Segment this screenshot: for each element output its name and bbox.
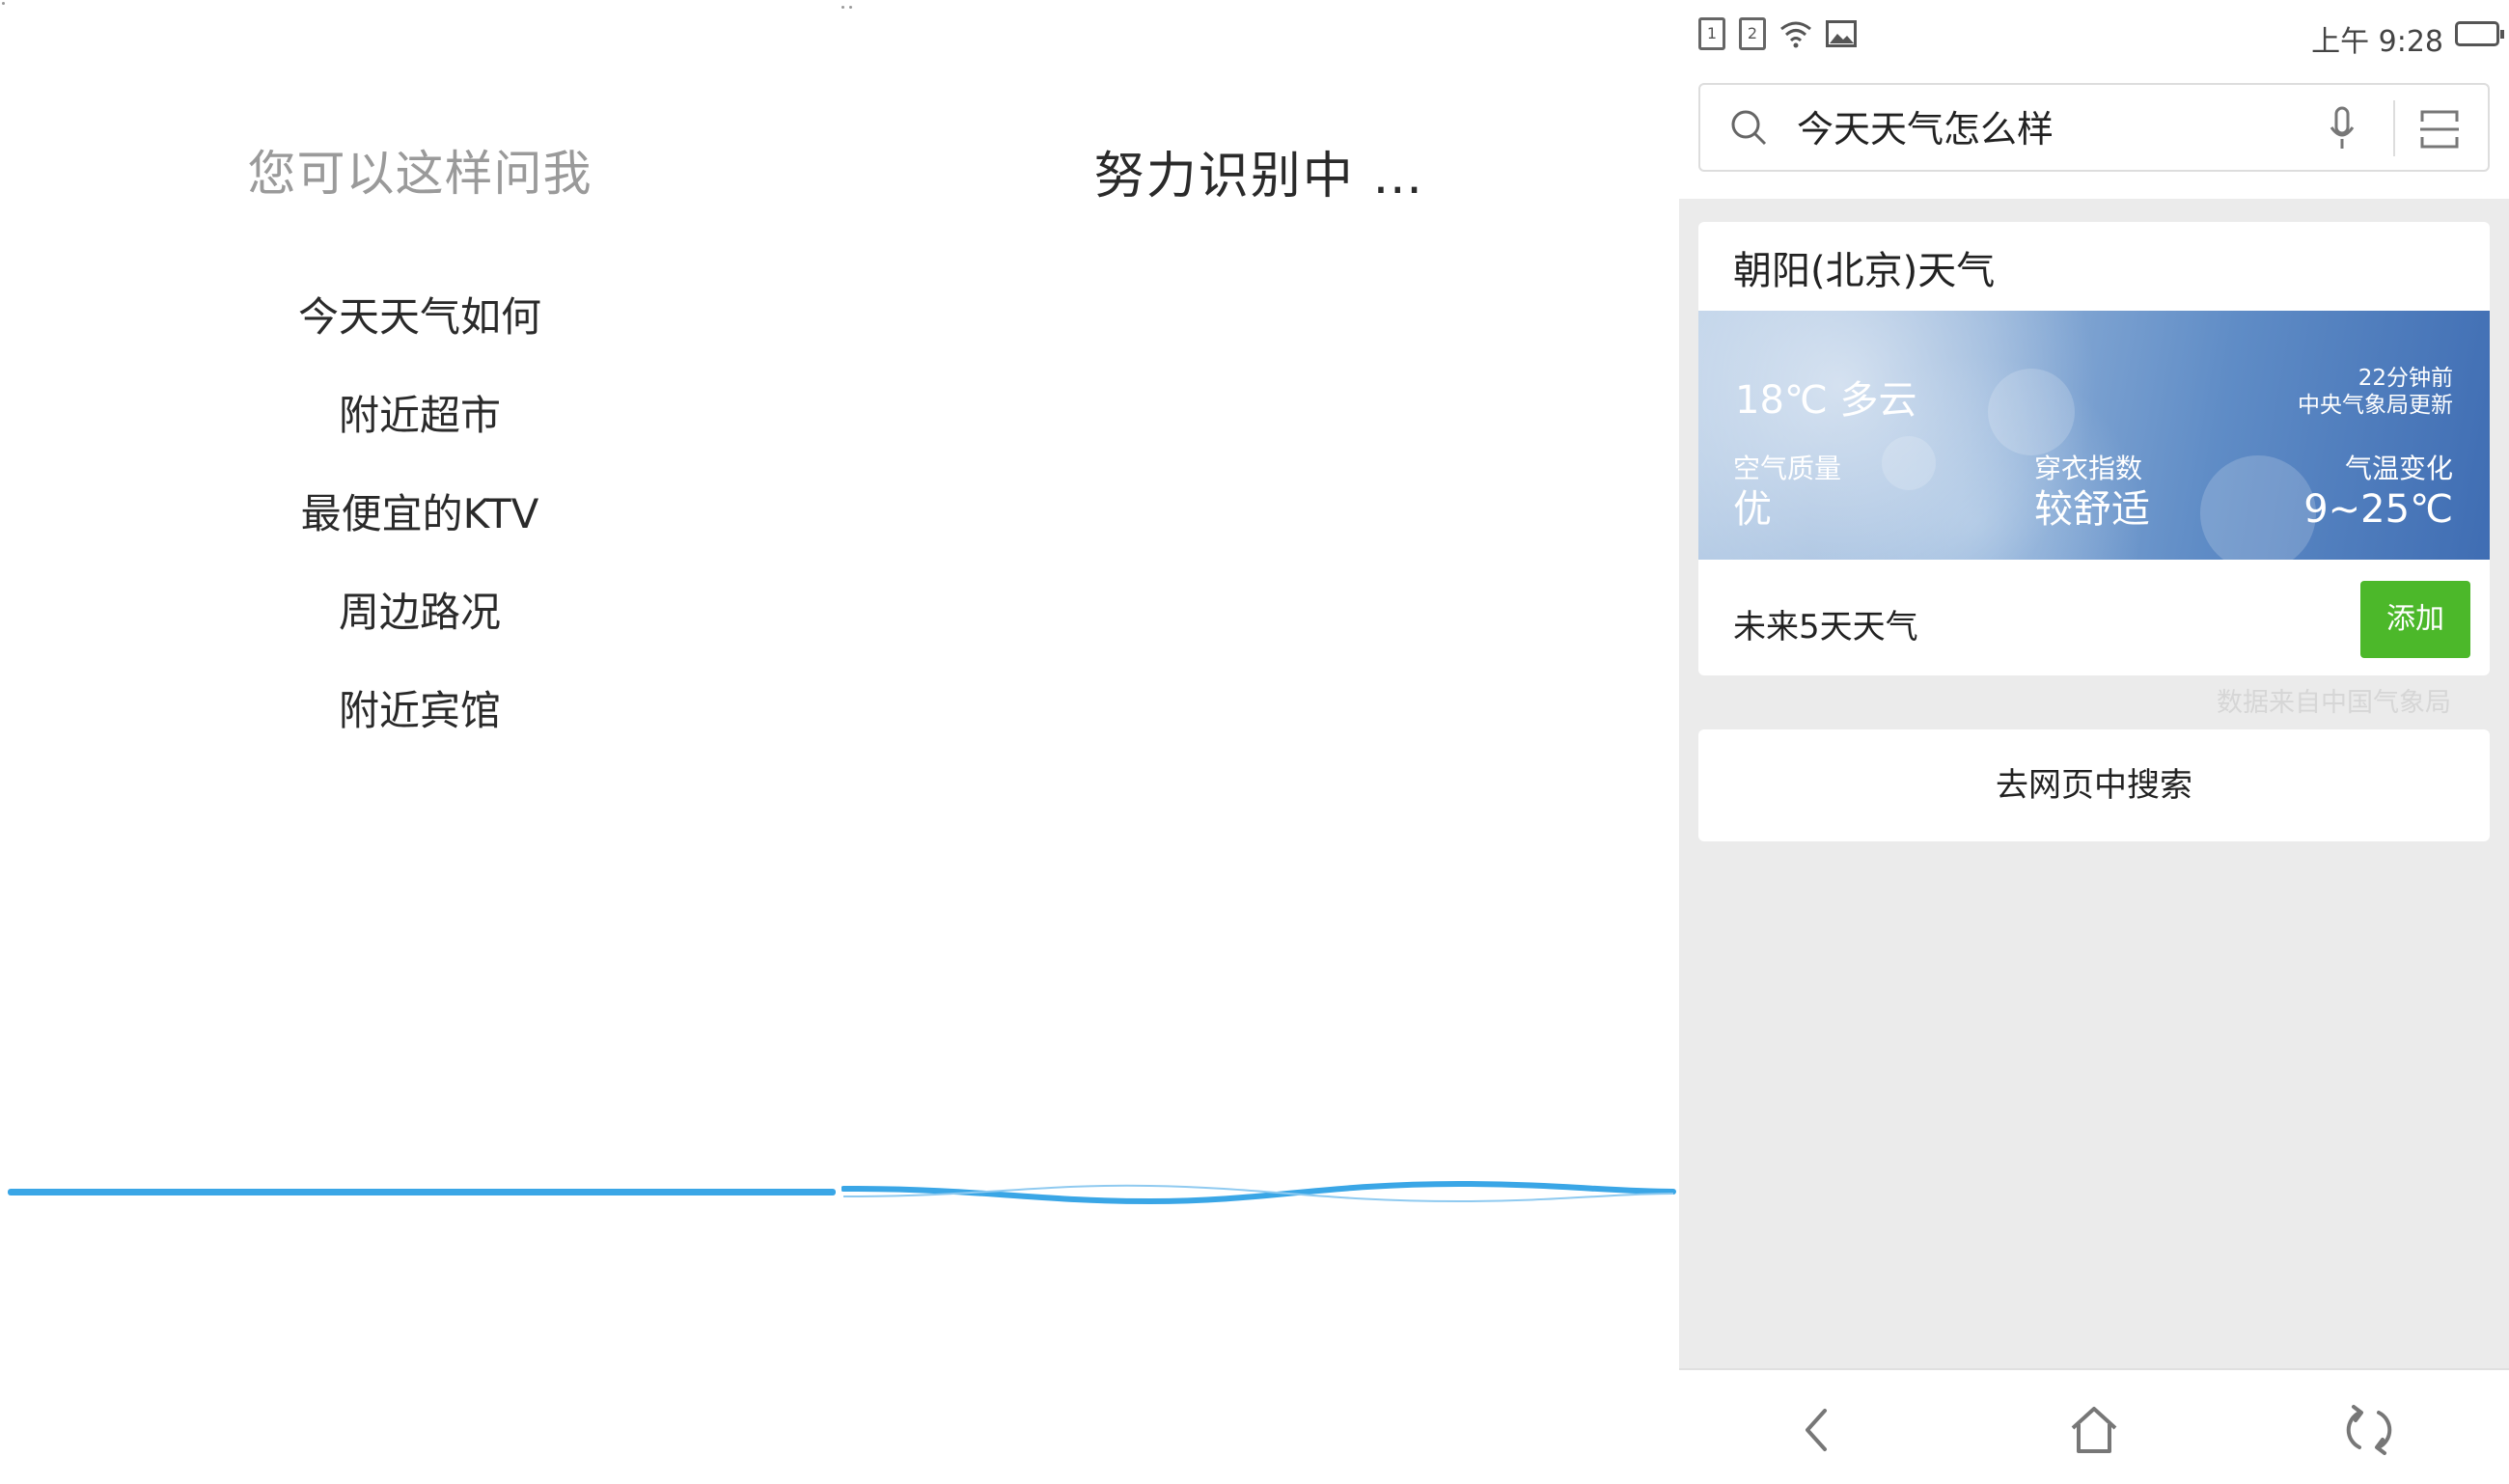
bokeh-decoration xyxy=(1988,369,2075,455)
bokeh-decoration xyxy=(1882,436,1936,490)
microphone-icon[interactable] xyxy=(2328,106,2357,151)
voice-wave-active xyxy=(841,1180,1676,1205)
air-quality-value: 优 xyxy=(1733,487,1772,532)
dressing-index: 穿衣指数 较舒适 xyxy=(2034,448,2150,533)
corner-dot xyxy=(841,6,844,9)
sim1-icon: 1 xyxy=(1698,17,1725,50)
suggestion-item[interactable]: 附近宾馆 xyxy=(0,678,840,737)
wifi-icon xyxy=(1780,21,1811,48)
temp-change-label: 气温变化 xyxy=(2344,453,2453,484)
image-icon xyxy=(1826,20,1857,47)
corner-dot xyxy=(2,2,5,5)
web-search-card: 去网页中搜索 xyxy=(1698,729,2490,841)
scan-icon[interactable] xyxy=(2418,108,2461,151)
search-box[interactable] xyxy=(1698,83,2490,172)
sim2-label: 2 xyxy=(1747,24,1758,42)
status-time: 上午 9:28 xyxy=(2311,25,2443,59)
dressing-label: 穿衣指数 xyxy=(2034,453,2143,484)
home-icon[interactable] xyxy=(2065,1401,2123,1459)
suggestion-item[interactable]: 今天天气如何 xyxy=(0,285,840,344)
suggestion-item[interactable]: 周边路况 xyxy=(0,580,840,639)
weather-update-info: 22分钟前 中央气象局更新 xyxy=(2298,365,2453,419)
recognizing-title: 努力识别中 … xyxy=(1093,148,1425,206)
search-input[interactable] xyxy=(1797,104,2279,147)
bokeh-decoration xyxy=(2200,455,2316,571)
weather-card[interactable]: 朝阳(北京)天气 18℃ 多云 22分钟前 中央气象局更新 空气质量 优 穿衣指… xyxy=(1698,222,2490,675)
sim1-label: 1 xyxy=(1706,24,1718,42)
sim2-icon: 2 xyxy=(1739,17,1766,50)
suggestions-title: 您可以这样问我 xyxy=(247,146,593,202)
refresh-icon[interactable] xyxy=(2340,1401,2398,1459)
data-source-note: 数据来自中国气象局 xyxy=(2217,688,2451,718)
temp-change-value: 9~25℃ xyxy=(2303,487,2453,532)
future-weather-link[interactable]: 未来5天天气 xyxy=(1733,600,1918,647)
web-search-button[interactable]: 去网页中搜索 xyxy=(1698,729,2490,841)
voice-suggestions-panel: 您可以这样问我 今天天气如何 附近超市 最便宜的KTV 周边路况 附近宾馆 xyxy=(0,0,840,1484)
search-bar xyxy=(1679,73,2509,199)
add-button[interactable]: 添加 xyxy=(2360,581,2470,658)
weather-update-source: 中央气象局更新 xyxy=(2298,393,2453,418)
weather-card-footer: 未来5天天气 添加 xyxy=(1698,560,2490,675)
voice-wave-idle xyxy=(8,1189,836,1195)
corner-dot xyxy=(849,6,852,9)
weather-city-title: 朝阳(北京)天气 xyxy=(1733,249,1996,293)
air-quality-label: 空气质量 xyxy=(1733,453,1842,484)
battery-icon xyxy=(2455,21,2504,46)
weather-banner: 18℃ 多云 22分钟前 中央气象局更新 空气质量 优 穿衣指数 较舒适 气温变… xyxy=(1698,311,2490,571)
search-divider xyxy=(2393,100,2395,156)
voice-recognizing-panel: 努力识别中 … xyxy=(841,0,1677,1484)
weather-update-time: 22分钟前 xyxy=(2357,366,2453,391)
weather-current: 18℃ 多云 xyxy=(1735,378,1917,423)
dressing-value: 较舒适 xyxy=(2034,487,2150,532)
suggestion-item[interactable]: 最便宜的KTV xyxy=(0,481,840,540)
status-bar: 1 2 上午 9:28 xyxy=(1679,0,2509,73)
air-quality: 空气质量 优 xyxy=(1733,448,1841,533)
suggestion-item[interactable]: 附近超市 xyxy=(0,383,840,442)
temp-change: 气温变化 9~25℃ xyxy=(2303,448,2453,533)
search-result-panel: 1 2 上午 9:28 今天天气怎么样 朝阳(北京)天气 18℃ 多云 22分钟… xyxy=(1679,0,2509,1484)
search-icon xyxy=(1731,110,1767,146)
back-icon[interactable] xyxy=(1790,1401,1848,1459)
navigation-bar xyxy=(1679,1368,2509,1484)
